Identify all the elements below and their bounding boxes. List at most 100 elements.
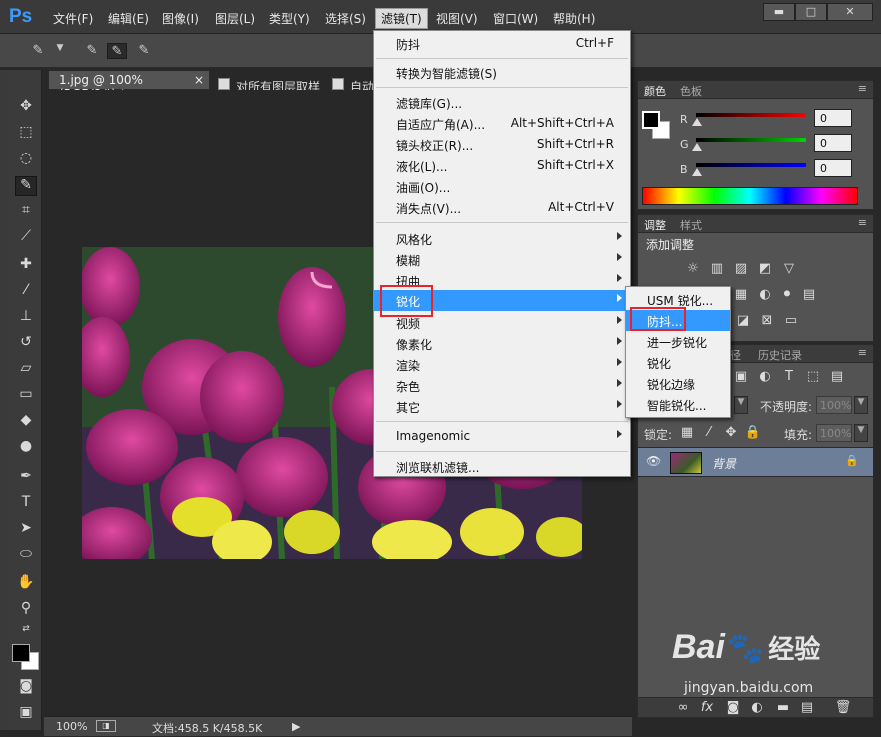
blur-tool-icon[interactable]: ◆ <box>15 412 37 432</box>
layers-panel-menu-icon[interactable]: ≡ <box>858 346 867 359</box>
black-white-icon[interactable]: ◐ <box>756 287 774 303</box>
blue-value-field[interactable]: 0 <box>814 159 852 177</box>
type-tool-icon[interactable]: T <box>15 494 37 514</box>
opacity-field[interactable]: 100% <box>816 396 852 414</box>
eraser-tool-icon[interactable]: ▱ <box>15 360 37 380</box>
marquee-tool-icon[interactable]: ⬚ <box>15 124 37 144</box>
add-mask-icon[interactable]: ◙ <box>724 700 742 716</box>
levels-icon[interactable]: ▥ <box>708 261 726 277</box>
status-menu-arrow-icon[interactable]: ▶ <box>292 720 300 733</box>
channel-mixer-icon[interactable]: ▤ <box>800 287 818 303</box>
gradient-tool-icon[interactable]: ▭ <box>15 386 37 406</box>
green-slider[interactable] <box>696 138 806 142</box>
panel-menu-icon[interactable]: ≡ <box>858 82 867 95</box>
color-spectrum-bar[interactable] <box>642 187 858 205</box>
menu-item-filter-gallery[interactable]: 滤镜库(G)... <box>374 92 630 113</box>
vibrance-icon[interactable]: ▽ <box>780 261 798 277</box>
posterize-icon[interactable]: ◪ <box>734 313 752 329</box>
ellipse-tool-icon[interactable]: ⬭ <box>15 546 37 566</box>
blue-slider-handle[interactable] <box>692 168 702 176</box>
menu-item-vanishing-point[interactable]: 消失点(V)... Alt+Ctrl+V <box>374 197 630 218</box>
menu-select[interactable]: 选择(S) <box>325 10 366 27</box>
move-tool-icon[interactable]: ✥ <box>15 98 37 118</box>
curves-icon[interactable]: ▨ <box>732 261 750 277</box>
adjust-panel-menu-icon[interactable]: ≡ <box>858 216 867 229</box>
link-layers-icon[interactable]: ∞ <box>674 700 692 716</box>
menu-item-convert-smart-filter[interactable]: 转换为智能滤镜(S) <box>374 62 630 83</box>
menu-type[interactable]: 类型(Y) <box>269 10 310 27</box>
chevron-down-icon[interactable]: ▼ <box>50 43 70 59</box>
menu-item-other[interactable]: 其它 <box>374 396 630 417</box>
new-adjustment-icon[interactable]: ◐ <box>748 700 766 716</box>
document-tab[interactable]: 1.jpg @ 100%(RGB/8#) * × <box>48 70 210 101</box>
exposure-icon[interactable]: ◩ <box>756 261 774 277</box>
stamp-tool-icon[interactable]: ⊥ <box>15 308 37 328</box>
submenu-item-smart-sharpen[interactable]: 智能锐化... <box>626 394 730 415</box>
new-group-icon[interactable]: ▬ <box>774 700 792 716</box>
menu-file[interactable]: 文件(F) <box>53 10 93 27</box>
menu-item-imagenomic[interactable]: Imagenomic <box>374 426 630 447</box>
zoom-level[interactable]: 100% <box>56 720 87 733</box>
visibility-eye-icon[interactable]: 👁 <box>646 454 661 468</box>
menu-image[interactable]: 图像(I) <box>162 10 199 27</box>
blue-slider[interactable] <box>696 163 806 167</box>
tab-adjustments[interactable]: 调整 <box>644 217 666 233</box>
filter-adjustment-icon[interactable]: ◐ <box>756 369 774 385</box>
eyedropper-tool-icon[interactable]: ⟋ <box>15 228 37 248</box>
maximize-button[interactable]: □ <box>795 3 827 21</box>
lock-all-icon[interactable]: 🔒 <box>744 425 762 441</box>
red-slider-handle[interactable] <box>692 118 702 126</box>
export-icon[interactable]: ◨ <box>96 720 116 732</box>
dodge-tool-icon[interactable]: ● <box>15 438 37 458</box>
brightness-icon[interactable]: ☼ <box>684 261 702 277</box>
fill-field[interactable]: 100% <box>816 424 852 442</box>
tab-history[interactable]: 历史记录 <box>758 347 802 363</box>
menu-item-browse-filters-online[interactable]: 浏览联机滤镜... <box>374 456 630 477</box>
menu-item-render[interactable]: 渲染 <box>374 354 630 375</box>
quick-selection-tool-icon[interactable]: ✎ <box>15 176 37 196</box>
menu-layer[interactable]: 图层(L) <box>215 10 255 27</box>
tab-swatches[interactable]: 色板 <box>680 83 702 99</box>
filter-type-icon[interactable]: T <box>780 369 798 385</box>
submenu-item-sharpen-more[interactable]: 进一步锐化 <box>626 331 730 352</box>
photo-filter-icon[interactable]: ⚫ <box>778 287 796 303</box>
blend-mode-dropdown-icon[interactable]: ▼ <box>734 396 748 414</box>
lock-position-icon[interactable]: ✥ <box>722 425 740 441</box>
zoom-tool-icon[interactable]: ⚲ <box>15 600 37 620</box>
path-selection-tool-icon[interactable]: ➤ <box>15 520 37 540</box>
lasso-tool-icon[interactable]: ◌ <box>15 150 37 170</box>
menu-item-oil-paint[interactable]: 油画(O)... <box>374 176 630 197</box>
fx-icon[interactable]: fx <box>698 700 716 716</box>
red-slider[interactable] <box>696 113 806 117</box>
fill-dropdown-icon[interactable]: ▼ <box>854 424 868 442</box>
submenu-item-sharpen[interactable]: 锐化 <box>626 352 730 373</box>
lock-image-icon[interactable]: ⁄ <box>700 425 718 441</box>
close-tab-icon[interactable]: × <box>194 73 204 87</box>
close-button[interactable]: ✕ <box>827 3 873 21</box>
brush-preset-icon[interactable]: ✎ <box>28 43 48 59</box>
filter-pixel-icon[interactable]: ▣ <box>732 369 750 385</box>
delete-layer-icon[interactable]: 🗑 <box>834 700 852 716</box>
menu-view[interactable]: 视图(V) <box>436 10 478 27</box>
red-value-field[interactable]: 0 <box>814 109 852 127</box>
menu-window[interactable]: 窗口(W) <box>493 10 538 27</box>
pen-tool-icon[interactable]: ✒ <box>15 468 37 488</box>
layer-name[interactable]: 背景 <box>712 455 736 472</box>
opacity-dropdown-icon[interactable]: ▼ <box>854 396 868 414</box>
menu-item-noise[interactable]: 杂色 <box>374 375 630 396</box>
new-layer-icon[interactable]: ▤ <box>798 700 816 716</box>
submenu-item-sharpen-edges[interactable]: 锐化边缘 <box>626 373 730 394</box>
menu-item-adaptive-wide-angle[interactable]: 自适应广角(A)... Alt+Shift+Ctrl+A <box>374 113 630 134</box>
green-value-field[interactable]: 0 <box>814 134 852 152</box>
filter-smart-object-icon[interactable]: ▤ <box>828 369 846 385</box>
filter-shape-icon[interactable]: ⬚ <box>804 369 822 385</box>
menu-item-stylize[interactable]: 风格化 <box>374 228 630 249</box>
tab-paths[interactable]: 径 <box>730 347 741 363</box>
sample-all-layers-checkbox[interactable] <box>218 78 230 90</box>
color-balance-icon[interactable]: ▦ <box>732 287 750 303</box>
menu-item-shake-reduction-last[interactable]: 防抖 Ctrl+F <box>374 33 630 54</box>
healing-brush-tool-icon[interactable]: ✚ <box>15 256 37 276</box>
crop-tool-icon[interactable]: ⌗ <box>15 202 37 222</box>
lock-transparent-icon[interactable]: ▦ <box>678 425 696 441</box>
threshold-icon[interactable]: ⊠ <box>758 313 776 329</box>
